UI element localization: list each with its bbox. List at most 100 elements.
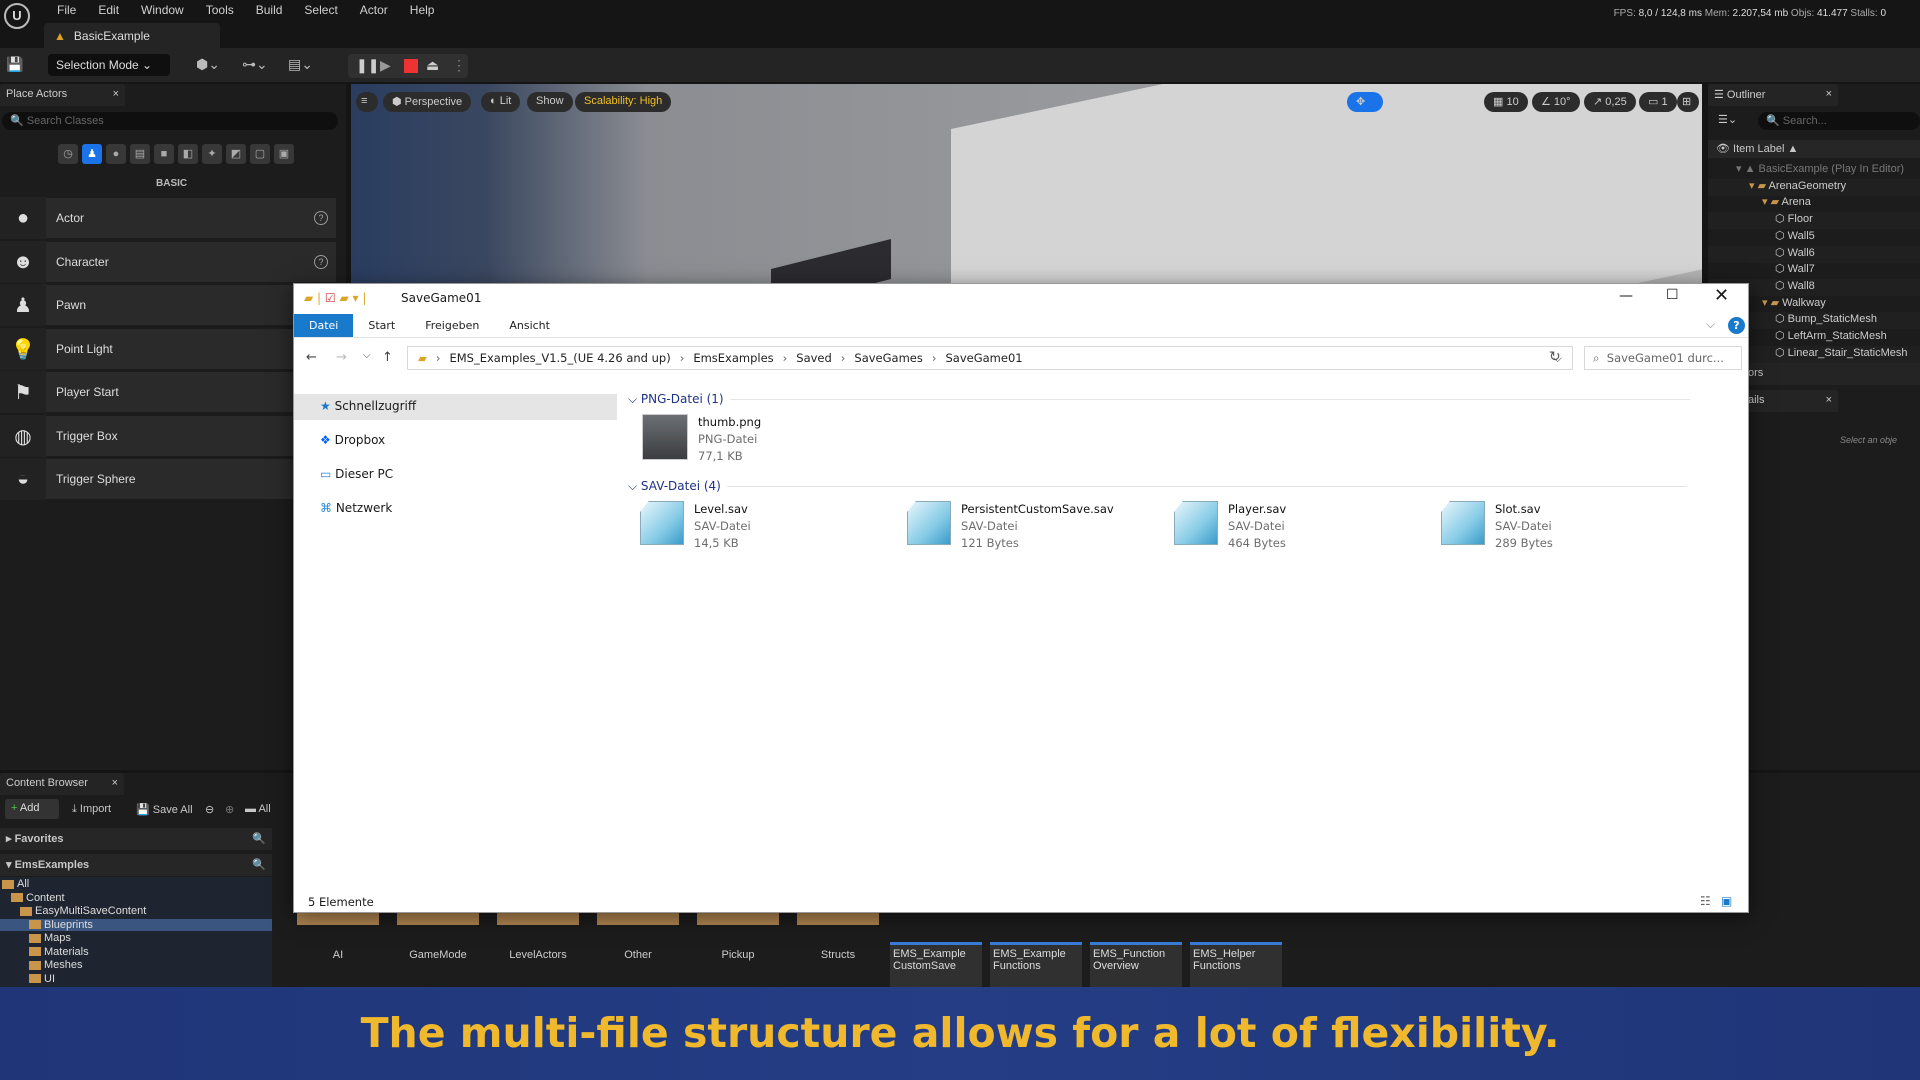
recent-dropdown-icon[interactable]: ⌵ — [363, 350, 371, 361]
folder-tile[interactable]: GameMode — [388, 949, 488, 961]
tiles-view-icon[interactable]: ▣ — [1721, 894, 1732, 908]
outliner-search-input[interactable]: 🔍 Search... — [1758, 112, 1920, 130]
group-header-sav[interactable]: ⌵ SAV-Datei (4) — [628, 479, 1728, 494]
scale-snap-button[interactable]: ↗ 0,25 — [1584, 92, 1636, 112]
unreal-logo[interactable]: U — [4, 3, 30, 29]
help-icon[interactable]: ? — [1728, 317, 1745, 334]
folder-tree-item[interactable]: Meshes — [0, 959, 272, 971]
close-button[interactable]: ✕ — [1714, 285, 1729, 306]
menu-help[interactable]: Help — [399, 2, 446, 18]
folder-tile[interactable]: LevelActors — [488, 949, 588, 961]
pause-icon[interactable]: ❚❚ — [356, 57, 379, 74]
outliner-row[interactable]: ⬡ Wall7 — [1708, 262, 1920, 279]
basic-icon[interactable]: ♟ — [82, 144, 102, 164]
ribbon-tab-datei[interactable]: Datei — [294, 314, 354, 337]
actor-item-pawn[interactable]: ♟ Pawn — [0, 284, 336, 327]
blueprint-asset-tile[interactable]: EMS_Example CustomSave — [890, 942, 982, 990]
translate-icon[interactable]: ✥ — [1347, 92, 1383, 112]
recent-icon[interactable]: ◷ — [58, 144, 78, 164]
actor-item-actor[interactable]: ● Actor? — [0, 197, 336, 240]
viewport-menu-icon[interactable]: ≡ — [356, 92, 378, 112]
menu-window[interactable]: Window — [130, 2, 195, 18]
file-item[interactable]: Slot.sav SAV-Datei 289 Bytes — [1441, 501, 1553, 552]
favorites-section[interactable]: ▸ Favorites 🔍 — [0, 828, 272, 850]
cinematics-icon[interactable]: ▤⌄ — [288, 56, 313, 73]
nav-dropbox[interactable]: ❖ Dropbox — [294, 428, 617, 454]
scalability-button[interactable]: Scalability: High — [575, 92, 672, 112]
file-item-thumb[interactable]: thumb.png PNG-Datei 77,1 KB — [642, 414, 761, 465]
folder-tile[interactable]: Pickup — [688, 949, 788, 961]
add-button[interactable]: + Add — [5, 799, 59, 819]
close-icon[interactable]: × — [1826, 394, 1832, 406]
show-button[interactable]: Show — [527, 92, 573, 112]
refresh-icon[interactable]: ↻ — [1549, 349, 1561, 365]
cinematic-icon[interactable]: ▤ — [130, 144, 150, 164]
expand-ribbon-icon[interactable]: ⌵ — [1706, 317, 1715, 332]
actor-item-point-light[interactable]: 💡 Point Light — [0, 328, 336, 371]
outliner-row[interactable]: ⬡ Wall5 — [1708, 229, 1920, 246]
outliner-tab[interactable]: ☰ Outliner × — [1708, 84, 1838, 106]
folder-tile[interactable]: Other — [588, 949, 688, 961]
file-item[interactable]: PersistentCustomSave.sav SAV-Datei 121 Byt… — [907, 501, 1114, 552]
nav-this-pc[interactable]: ▭ Dieser PC — [294, 462, 617, 488]
blueprint-icon[interactable]: ⊶⌄ — [242, 56, 268, 73]
root-section[interactable]: ▾ EmsExamples 🔍 — [0, 854, 272, 876]
perspective-button[interactable]: ⬢ Perspective — [383, 92, 472, 112]
blueprint-asset-tile[interactable]: EMS_Helper Functions — [1190, 942, 1282, 990]
group-header-png[interactable]: ⌵ PNG-Datei (1) — [628, 392, 1728, 407]
actor-item-player-start[interactable]: ⚑ Player Start — [0, 371, 336, 414]
folder-tree-item[interactable]: Content — [0, 892, 272, 904]
eject-icon[interactable]: ⏏ — [426, 57, 439, 74]
breadcrumb-item[interactable]: EMS_Examples_V1.5_(UE 4.26 and up) — [449, 351, 670, 365]
camera-speed-button[interactable]: ▭ 1 — [1639, 92, 1677, 112]
help-icon[interactable]: ? — [314, 255, 328, 269]
search-icon[interactable]: 🔍 — [252, 858, 266, 871]
blueprint-asset-tile[interactable]: EMS_Example Functions — [990, 942, 1082, 990]
folder-search-input[interactable]: ⌕ SaveGame01 durc... — [1584, 346, 1742, 370]
menu-file[interactable]: File — [46, 2, 87, 18]
folder-tree-item[interactable]: EasyMultiSaveContent — [0, 905, 272, 917]
ribbon-tab-freigeben[interactable]: Freigeben — [410, 314, 494, 337]
selection-mode-dropdown[interactable]: Selection Mode ⌄ — [48, 54, 170, 76]
lit-button[interactable]: ◐ Lit — [481, 92, 521, 112]
outliner-row[interactable]: ▾ ▰ ArenaGeometry — [1708, 178, 1920, 196]
blueprint-asset-tile[interactable]: EMS_Function Overview — [1090, 942, 1182, 990]
shapes-icon[interactable]: ◩ — [226, 144, 246, 164]
file-item[interactable]: Level.sav SAV-Datei 14,5 KB — [640, 501, 751, 552]
filter-icon[interactable]: ☰⌄ — [1718, 113, 1737, 126]
close-icon[interactable]: × — [112, 777, 118, 789]
outliner-row[interactable]: ⬡ Wall6 — [1708, 245, 1920, 263]
folder-tree-item[interactable]: UI — [0, 973, 272, 985]
close-icon[interactable]: × — [113, 88, 119, 100]
breadcrumb-item[interactable]: SaveGames — [854, 351, 922, 365]
volumes-icon[interactable]: ✦ — [202, 144, 222, 164]
file-item[interactable]: Player.sav SAV-Datei 464 Bytes — [1174, 501, 1286, 552]
folder-tile[interactable]: Structs — [788, 949, 888, 961]
quick-access-toolbar[interactable]: ▰ | ☑ ▰ ▾ | — [304, 291, 366, 305]
outliner-row[interactable]: ▾ ▲ BasicExample (Play In Editor) — [1708, 162, 1920, 179]
content-browser-tab[interactable]: Content Browser × — [0, 773, 124, 795]
details-view-icon[interactable]: ☷ — [1700, 894, 1711, 908]
breadcrumb-item[interactable]: SaveGame01 — [945, 351, 1022, 365]
help-icon[interactable]: ? — [314, 211, 328, 225]
save-all-button[interactable]: 💾 Save All — [136, 803, 193, 816]
breadcrumb-item[interactable]: Saved — [796, 351, 832, 365]
nav-network[interactable]: ⌘ Netzwerk — [294, 496, 617, 522]
search-classes-input[interactable]: 🔍 Search Classes — [2, 112, 338, 130]
address-bar[interactable]: ▰ › EMS_Examples_V1.5_(UE 4.26 and up) › Ems… — [407, 346, 1573, 370]
lights-icon[interactable]: ● — [106, 144, 126, 164]
nav-quick-access[interactable]: ★ Schnellzugriff — [294, 394, 617, 420]
actor-item-trigger-box[interactable]: ◍ Trigger Box — [0, 415, 336, 458]
actor-item-trigger-sphere[interactable]: ◒ Trigger Sphere — [0, 458, 336, 501]
folder-tree-item[interactable]: Maps — [0, 932, 272, 944]
level-viewport[interactable]: ≡ ⬢ Perspective ◐ Lit Show Scalability: … — [351, 84, 1702, 284]
angle-snap-button[interactable]: ∠ 10° — [1532, 92, 1580, 112]
actor-item-character[interactable]: ☻ Character? — [0, 241, 336, 284]
up-icon[interactable]: ↑ — [382, 350, 393, 365]
outliner-row[interactable]: ▾ ▰ Arena — [1708, 195, 1920, 212]
step-icon[interactable]: ▶ — [380, 57, 391, 74]
ribbon-tab-start[interactable]: Start — [353, 314, 410, 337]
grid-snap-button[interactable]: ▦ 10 — [1484, 92, 1528, 112]
outliner-row[interactable]: ⬡ Floor — [1708, 212, 1920, 230]
level-tab[interactable]: ▲ BasicExample — [44, 23, 220, 48]
